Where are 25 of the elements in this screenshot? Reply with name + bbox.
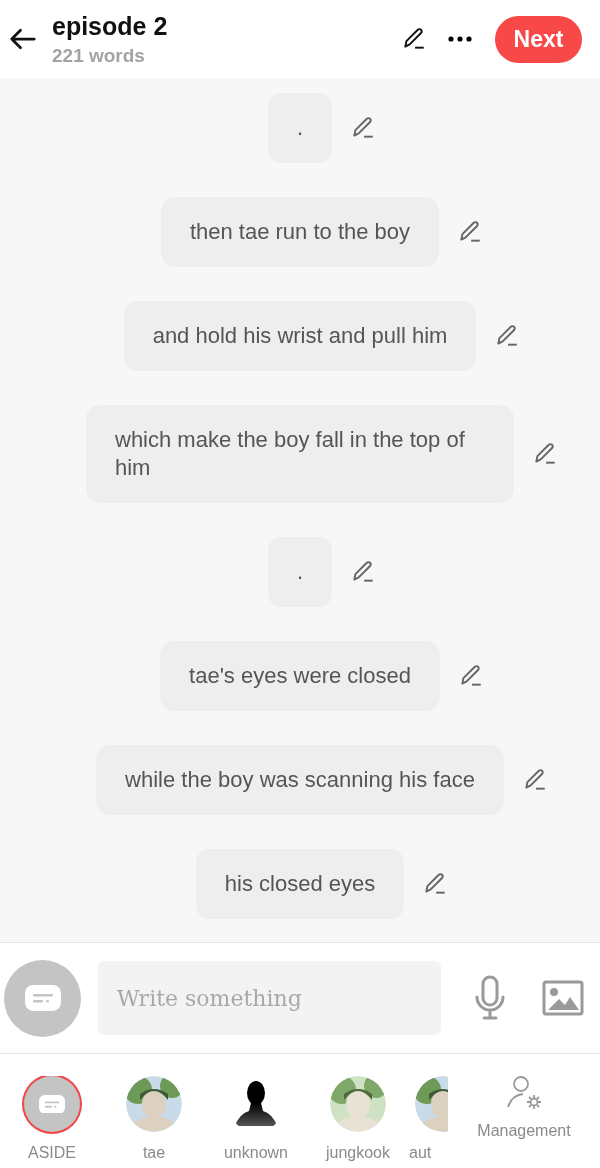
edit-icon[interactable] [401,26,427,52]
more-icon[interactable] [447,35,473,43]
message-bubble[interactable]: his closed eyes [195,849,405,919]
note-icon [24,985,61,1011]
character-item[interactable]: ASIDE [1,1076,103,1162]
note-icon [39,1094,65,1114]
message-bubble[interactable]: which make the boy fall in the top of him [86,405,514,503]
message-bubble[interactable]: . [267,93,333,163]
character-item[interactable]: jungkook [307,1076,409,1162]
image-icon[interactable] [542,980,584,1016]
character-item[interactable]: unknown [205,1076,307,1162]
message-input[interactable]: Write something [98,961,441,1035]
message-bubble[interactable]: while the boy was scanning his face [96,745,504,815]
episode-title: episode 2 [52,11,169,41]
word-count: 221 words [52,44,146,67]
character-item[interactable]: tae [103,1076,205,1162]
next-button[interactable]: Next [495,15,582,63]
message-bubble[interactable]: and hold his wrist and pull him [123,301,477,371]
character-item[interactable]: aut [409,1076,448,1162]
message-bubble[interactable]: . [267,537,333,607]
message-bubble[interactable]: then tae run to the boy [160,197,440,267]
microphone-icon[interactable] [473,975,507,1021]
user-settings-icon [505,1074,543,1112]
message-bubble[interactable]: tae's eyes were closed [160,641,440,711]
management-button[interactable]: Management [448,1074,600,1140]
